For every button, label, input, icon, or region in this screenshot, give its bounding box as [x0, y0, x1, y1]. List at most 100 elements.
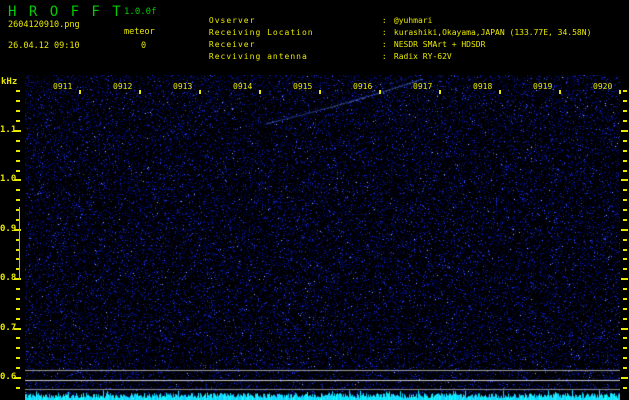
freq-label: 0.6: [0, 372, 17, 382]
info-colon: :: [381, 16, 387, 25]
freq-minor-tick: [16, 318, 20, 320]
freq-minor-tick: [16, 140, 20, 142]
freq-major-tick: [14, 179, 21, 181]
freq-major-tick: [621, 130, 628, 132]
info-label: Receiver: [208, 40, 256, 49]
info-label: Receiving Location: [208, 28, 314, 37]
freq-minor-tick: [16, 367, 20, 369]
freq-major-tick: [621, 377, 628, 379]
freq-major-tick: [621, 229, 628, 231]
freq-minor-tick: [16, 298, 20, 300]
info-colon: :: [381, 52, 387, 61]
freq-minor-tick: [623, 90, 627, 92]
freq-minor-tick: [623, 209, 627, 211]
freq-minor-tick: [623, 160, 627, 162]
freq-minor-tick: [623, 268, 627, 270]
output-filename: 2604120910.png: [8, 20, 80, 30]
time-tick: [379, 90, 381, 94]
info-label: Ovserver: [208, 16, 256, 25]
time-label: 0915: [293, 82, 313, 91]
spectrogram-canvas: [25, 75, 620, 400]
freq-minor-tick: [16, 357, 20, 359]
freq-minor-tick: [16, 308, 20, 310]
freq-label: 0.7: [0, 323, 17, 333]
freq-minor-tick: [623, 189, 627, 191]
info-value: Radix RY-62V: [393, 52, 452, 61]
time-tick: [199, 90, 201, 94]
freq-minor-tick: [623, 337, 627, 339]
freq-minor-tick: [16, 347, 20, 349]
freq-minor-tick: [623, 357, 627, 359]
freq-minor-tick: [623, 110, 627, 112]
freq-label: 0.9: [0, 224, 17, 234]
freq-major-tick: [14, 130, 21, 132]
time-label: 0920: [593, 82, 613, 91]
app-version: 1.0.0f: [124, 7, 157, 17]
freq-minor-tick: [623, 199, 627, 201]
freq-minor-tick: [623, 288, 627, 290]
freq-minor-tick: [623, 120, 627, 122]
freq-minor-tick: [623, 100, 627, 102]
info-colon: :: [381, 28, 387, 37]
freq-minor-tick: [16, 189, 20, 191]
time-tick: [319, 90, 321, 94]
freq-minor-tick: [16, 110, 20, 112]
freq-label: 1.1: [0, 125, 17, 135]
freq-minor-tick: [16, 337, 20, 339]
receiver-info: Ovserver: @yuhmari Receiving Location: kur…: [180, 3, 592, 61]
freq-minor-tick: [16, 160, 20, 162]
freq-minor-tick: [623, 308, 627, 310]
freq-minor-tick: [623, 318, 627, 320]
app-title: H R O F F T: [8, 4, 123, 20]
info-colon: :: [381, 40, 387, 49]
time-label: 0911: [53, 82, 73, 91]
time-label: 0913: [173, 82, 193, 91]
freq-minor-tick: [16, 100, 20, 102]
freq-minor-tick: [16, 170, 20, 172]
time-tick: [499, 90, 501, 94]
time-label: 0916: [353, 82, 373, 91]
freq-minor-tick: [623, 140, 627, 142]
freq-minor-tick: [623, 387, 627, 389]
freq-minor-tick: [623, 150, 627, 152]
time-tick: [559, 90, 561, 94]
freq-major-tick: [621, 278, 628, 280]
freq-minor-tick: [623, 239, 627, 241]
freq-minor-tick: [623, 219, 627, 221]
time-label: 0918: [473, 82, 493, 91]
freq-minor-tick: [16, 90, 20, 92]
info-value: @yuhmari: [393, 16, 433, 25]
time-tick: [439, 90, 441, 94]
time-tick: [259, 90, 261, 94]
freq-major-tick: [621, 179, 628, 181]
info-row-observer: Ovserver: @yuhmari: [180, 3, 591, 25]
freq-minor-tick: [623, 298, 627, 300]
meteor-count: 0: [141, 41, 147, 51]
datetime-label: 26.04.12 09:10: [8, 41, 80, 51]
info-value: kurashiki,Okayama,JAPAN (133.77E, 34.58N…: [393, 28, 592, 37]
count-range-marker: [19, 207, 20, 280]
time-tick: [139, 90, 141, 94]
freq-minor-tick: [16, 288, 20, 290]
freq-minor-tick: [623, 367, 627, 369]
time-label: 0917: [413, 82, 433, 91]
freq-major-tick: [14, 328, 21, 330]
freq-axis-unit: kHz: [1, 77, 18, 87]
freq-major-tick: [621, 328, 628, 330]
freq-minor-tick: [623, 249, 627, 251]
freq-major-tick: [14, 377, 21, 379]
freq-minor-tick: [623, 347, 627, 349]
freq-label: 0.8: [0, 273, 17, 283]
freq-minor-tick: [16, 387, 20, 389]
freq-minor-tick: [16, 150, 20, 152]
freq-minor-tick: [623, 170, 627, 172]
freq-minor-tick: [16, 199, 20, 201]
hrofft-window: H R O F F T 1.0.0f 2604120910.png 26.04.…: [0, 0, 629, 400]
info-label: Recviving antenna: [208, 52, 308, 61]
time-tick: [79, 90, 81, 94]
freq-minor-tick: [623, 258, 627, 260]
time-label: 0914: [233, 82, 253, 91]
time-tick: [619, 90, 621, 94]
meteor-label: meteor: [124, 27, 155, 37]
freq-minor-tick: [16, 120, 20, 122]
